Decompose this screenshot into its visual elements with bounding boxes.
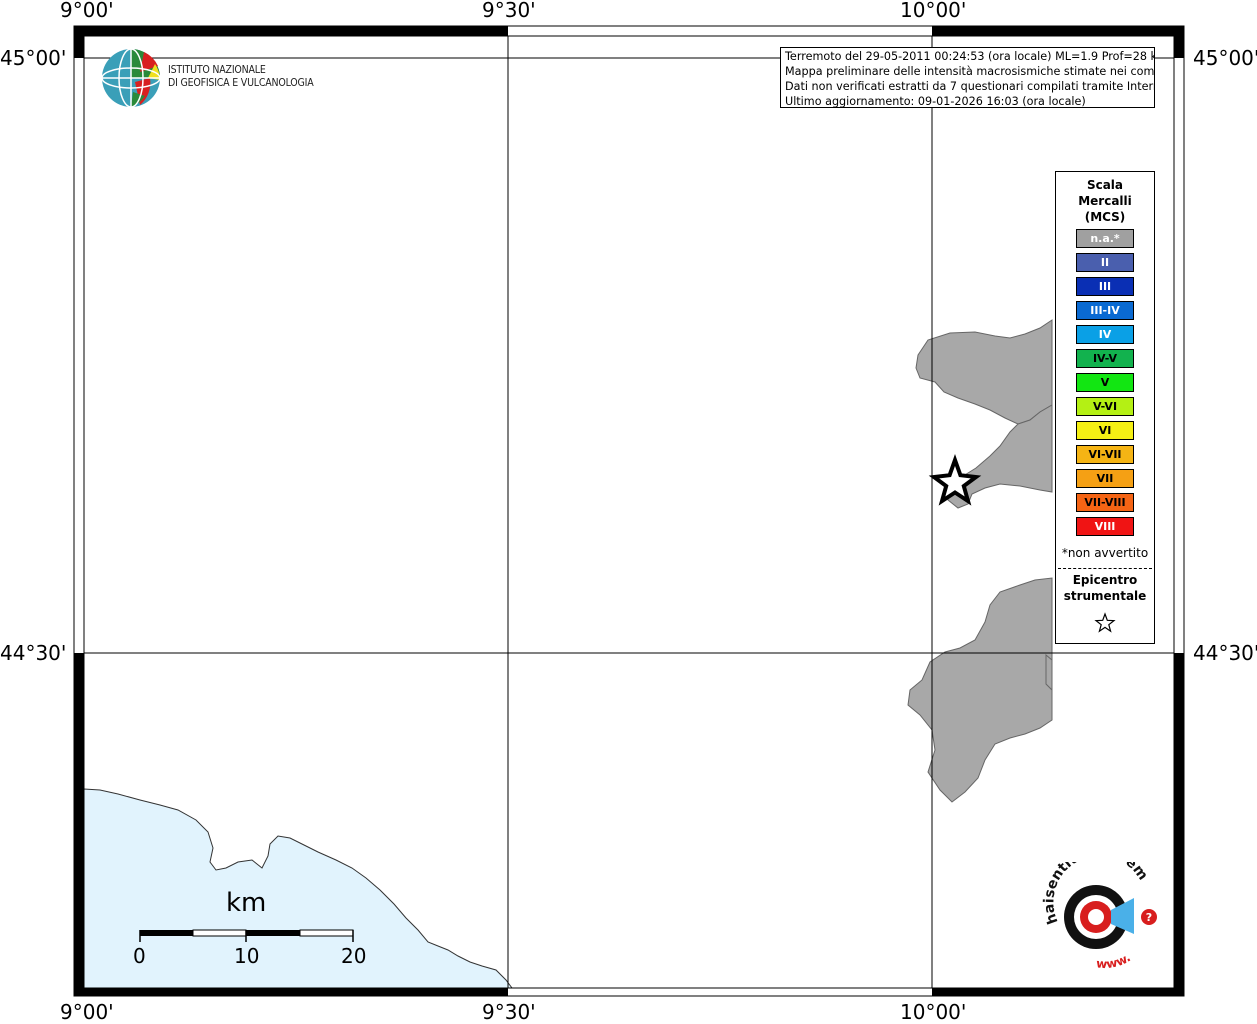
lon-label-1000-top: 10°00' — [900, 0, 967, 22]
lat-label-4430-left: 44°30' — [0, 641, 67, 665]
legend-swatch-10: VII — [1076, 469, 1134, 488]
scale-bar-unit: km — [226, 888, 267, 918]
legend-swatch-3: III-IV — [1076, 301, 1134, 320]
legend-swatch-4: IV — [1076, 325, 1134, 344]
scale-label-10: 10 — [234, 944, 260, 968]
legend-title: Scala Mercalli (MCS) — [1056, 177, 1154, 225]
lon-label-900-top: 9°00' — [60, 0, 114, 22]
legend-swatches: n.a.* II III III-IV IV IV-V V V-VI VI VI-VII VII VI… — [1076, 229, 1134, 541]
ingv-globe-icon — [101, 48, 161, 108]
map-frame-inner — [83, 35, 1175, 989]
legend-title-line3: (MCS) — [1084, 210, 1126, 224]
ingv-logo-line2: DI GEOFISICA E VULCANOLOGIA — [168, 77, 314, 89]
svg-text:www.: www. — [1096, 950, 1133, 971]
legend-epicenter-label: Epicentro strumentale — [1056, 572, 1154, 604]
municipality-area-1 — [915, 319, 1053, 425]
lon-label-900-bottom: 9°00' — [60, 1000, 114, 1024]
lat-label-4500-left: 45°00' — [0, 46, 67, 70]
legend-swatch-7: V-VI — [1076, 397, 1134, 416]
legend-swatch-8: VI — [1076, 421, 1134, 440]
map-frame-outer — [73, 25, 1185, 997]
haisentito-logo-www: www. — [1096, 950, 1133, 971]
legend-star-icon — [1094, 612, 1116, 633]
legend-swatch-0: n.a.* — [1076, 229, 1134, 248]
legend-swatch-2: III — [1076, 277, 1134, 296]
lon-label-930-bottom: 9°30' — [482, 1000, 536, 1024]
mercalli-legend: Scala Mercalli (MCS) n.a.* II III III-IV IV I… — [1055, 171, 1155, 644]
legend-swatch-11: VII-VIII — [1076, 493, 1134, 512]
svg-text:?: ? — [1146, 911, 1152, 924]
municipality-area-4 — [1045, 653, 1053, 692]
scale-label-20: 20 — [341, 944, 367, 968]
ingv-logo-text: ISTITUTO NAZIONALE DI GEOFISICA E VULCAN… — [168, 64, 314, 90]
legend-title-line1: Scala — [1086, 178, 1124, 192]
event-info-line4: Ultimo aggiornamento: 09-01-2026 16:03 (… — [785, 95, 1086, 108]
legend-swatch-5: IV-V — [1076, 349, 1134, 368]
ingv-logo-line1: ISTITUTO NAZIONALE — [168, 64, 266, 76]
lat-label-4500-right: 45°00' — [1193, 46, 1257, 70]
legend-swatch-12: VIII — [1076, 517, 1134, 536]
legend-swatch-1: II — [1076, 253, 1134, 272]
scale-label-0: 0 — [133, 944, 146, 968]
event-info-line1: Terremoto del 29-05-2011 00:24:53 (ora l… — [785, 50, 1155, 63]
haisentito-logo: ? haisentitoilterremoto.it www. — [1036, 862, 1157, 971]
legend-epicenter-line1: Epicentro — [1072, 573, 1138, 587]
legend-swatch-6: V — [1076, 373, 1134, 392]
event-info-line2: Mappa preliminare delle intensità macros… — [785, 65, 1155, 78]
lat-label-4430-right: 44°30' — [1193, 641, 1257, 665]
event-info-box: Terremoto del 29-05-2011 00:24:53 (ora l… — [780, 47, 1155, 108]
event-info-line3: Dati non verificati estratti da 7 questi… — [785, 80, 1155, 93]
sea-area — [83, 788, 513, 989]
lon-label-1000-bottom: 10°00' — [900, 1000, 967, 1024]
legend-swatch-9: VI-VII — [1076, 445, 1134, 464]
lon-label-930-top: 9°30' — [482, 0, 536, 22]
legend-note: *non avvertito — [1061, 546, 1149, 560]
legend-title-line2: Mercalli — [1078, 194, 1132, 208]
municipality-area-3 — [907, 577, 1053, 803]
legend-epicenter-line2: strumentale — [1063, 589, 1147, 603]
legend-divider — [1058, 568, 1152, 569]
